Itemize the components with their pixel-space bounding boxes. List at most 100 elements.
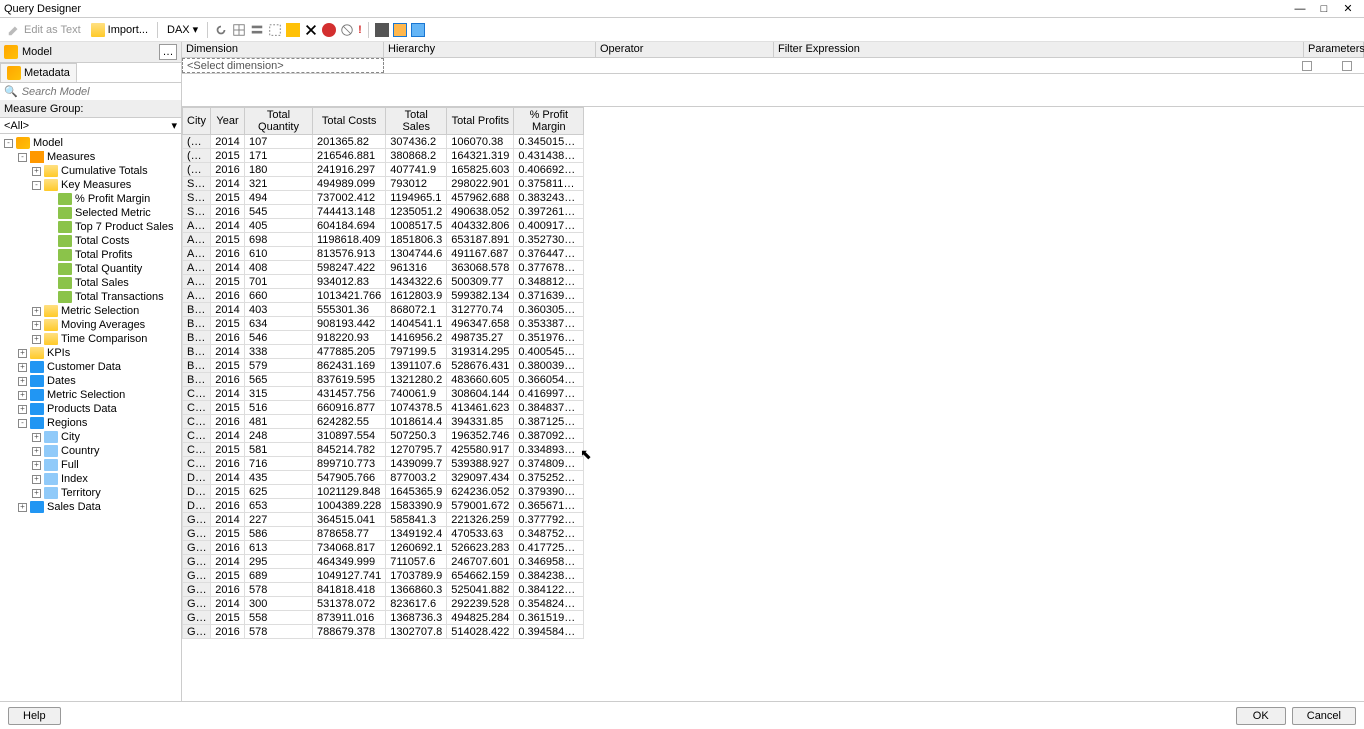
- grid-cell[interactable]: 201365.82: [313, 135, 386, 149]
- tree-node[interactable]: +Full: [0, 458, 181, 472]
- grid-cell[interactable]: 823617.6: [386, 597, 447, 611]
- grid-cell[interactable]: 2015: [211, 233, 245, 247]
- grid-cell[interactable]: 2015: [211, 317, 245, 331]
- table-row[interactable]: Alb...20156981198618.4091851806.3653187.…: [183, 233, 584, 247]
- grid-cell[interactable]: 0.40054502668...: [514, 345, 584, 359]
- grid-cell[interactable]: 2014: [211, 471, 245, 485]
- grid-cell[interactable]: (null): [183, 163, 211, 177]
- grid-header[interactable]: Total Costs: [313, 108, 386, 135]
- tree-node[interactable]: % Profit Margin: [0, 192, 181, 206]
- grid-cell[interactable]: 1018614.4: [386, 415, 447, 429]
- grid-cell[interactable]: 546: [245, 331, 313, 345]
- grid-cell[interactable]: 701: [245, 275, 313, 289]
- grid-cell[interactable]: Bat...: [183, 303, 211, 317]
- expander-icon[interactable]: +: [32, 307, 41, 316]
- expander-icon[interactable]: -: [18, 419, 27, 428]
- table-row[interactable]: Ces...2015516660916.8771074378.5413461.6…: [183, 401, 584, 415]
- grid-cell[interactable]: 312770.74: [447, 303, 514, 317]
- grid-cell[interactable]: 300: [245, 597, 313, 611]
- tree-node[interactable]: +Metric Selection: [0, 388, 181, 402]
- grid-cell[interactable]: 797199.5: [386, 345, 447, 359]
- grid-cell[interactable]: 660: [245, 289, 313, 303]
- table-row[interactable]: Bat...2014403555301.36868072.1312770.740…: [183, 303, 584, 317]
- grid-cell[interactable]: 841818.418: [313, 583, 386, 597]
- grid-cell[interactable]: 405: [245, 219, 313, 233]
- grid-cell[interactable]: 2014: [211, 597, 245, 611]
- grid-cell[interactable]: 315: [245, 387, 313, 401]
- grid-cell[interactable]: 878658.77: [313, 527, 386, 541]
- grid-cell[interactable]: 2016: [211, 415, 245, 429]
- grid-cell[interactable]: 2016: [211, 625, 245, 639]
- table-row[interactable]: Cof...2016716899710.7731439099.7539388.9…: [183, 457, 584, 471]
- grid-cell[interactable]: 0.38483795329...: [514, 401, 584, 415]
- grid-cell[interactable]: 0.38003992717...: [514, 359, 584, 373]
- grid-cell[interactable]: 0.34695867254...: [514, 555, 584, 569]
- grid-cell[interactable]: 578: [245, 625, 313, 639]
- result-grid[interactable]: CityYearTotal QuantityTotal CostsTotal S…: [182, 107, 584, 639]
- grid-cell[interactable]: 164321.319: [447, 149, 514, 163]
- grid-cell[interactable]: 1021129.848: [313, 485, 386, 499]
- grid-cell[interactable]: 653: [245, 499, 313, 513]
- grid-cell[interactable]: 477885.205: [313, 345, 386, 359]
- grid-cell[interactable]: 483660.605: [447, 373, 514, 387]
- grid-cell[interactable]: Go...: [183, 527, 211, 541]
- maximize-button[interactable]: □: [1312, 3, 1336, 15]
- table-row[interactable]: Syd...2014321494989.099793012298022.9010…: [183, 177, 584, 191]
- grid-cell[interactable]: 654662.159: [447, 569, 514, 583]
- table-row[interactable]: Bat...2016546918220.931416956.2498735.27…: [183, 331, 584, 345]
- grid-cell[interactable]: 0.38712573668...: [514, 415, 584, 429]
- grid-cell[interactable]: 491167.687: [447, 247, 514, 261]
- tree-node[interactable]: Top 7 Product Sales: [0, 220, 181, 234]
- table-row[interactable]: (null)2014107201365.82307436.2106070.380…: [183, 135, 584, 149]
- grid-cell[interactable]: 0.35197649016...: [514, 331, 584, 345]
- tree-node[interactable]: +Territory: [0, 486, 181, 500]
- grid-cell[interactable]: 1391107.6: [386, 359, 447, 373]
- table-row[interactable]: Go...2016578841818.4181366860.3525041.88…: [183, 583, 584, 597]
- grid-cell[interactable]: 321: [245, 177, 313, 191]
- grid-cell[interactable]: 653187.891: [447, 233, 514, 247]
- tree-node[interactable]: -Model: [0, 136, 181, 150]
- minimize-button[interactable]: —: [1288, 3, 1312, 15]
- table-row[interactable]: Bat...2015634908193.4421404541.1496347.6…: [183, 317, 584, 331]
- grid-cell[interactable]: Go...: [183, 583, 211, 597]
- grid-cell[interactable]: 873911.016: [313, 611, 386, 625]
- grid-cell[interactable]: 2015: [211, 527, 245, 541]
- grid-cell[interactable]: (null): [183, 135, 211, 149]
- result-grid-wrapper[interactable]: CityYearTotal QuantityTotal CostsTotal S…: [182, 106, 1364, 701]
- grid-header[interactable]: % Profit Margin: [514, 108, 584, 135]
- grid-cell[interactable]: Alb...: [183, 247, 211, 261]
- grid-cell[interactable]: 525041.882: [447, 583, 514, 597]
- grid-header[interactable]: Total Quantity: [245, 108, 313, 135]
- mode-select[interactable]: DAX ▾: [164, 22, 201, 37]
- grid-cell[interactable]: 547905.766: [313, 471, 386, 485]
- grid-cell[interactable]: 0.38709241965...: [514, 429, 584, 443]
- grid-cell[interactable]: 1074378.5: [386, 401, 447, 415]
- tree-node[interactable]: +Time Comparison: [0, 332, 181, 346]
- grid-cell[interactable]: 698: [245, 233, 313, 247]
- table-row[interactable]: Go...2014227364515.041585841.3221326.259…: [183, 513, 584, 527]
- grid-cell[interactable]: 908193.442: [313, 317, 386, 331]
- grid-cell[interactable]: Du...: [183, 471, 211, 485]
- grid-cell[interactable]: 1404541.1: [386, 317, 447, 331]
- grid-cell[interactable]: 2016: [211, 499, 245, 513]
- grid-cell[interactable]: 625: [245, 485, 313, 499]
- table-row[interactable]: Cof...2014248310897.554507250.3196352.74…: [183, 429, 584, 443]
- grid-cell[interactable]: 1004389.228: [313, 499, 386, 513]
- grid-cell[interactable]: 2014: [211, 429, 245, 443]
- grid-cell[interactable]: Bro...: [183, 373, 211, 387]
- grid-cell[interactable]: 0.37939041522...: [514, 485, 584, 499]
- grid-cell[interactable]: 2016: [211, 457, 245, 471]
- grid-cell[interactable]: 0.36030502535...: [514, 303, 584, 317]
- grid-cell[interactable]: Bat...: [183, 331, 211, 345]
- grid-cell[interactable]: 496347.658: [447, 317, 514, 331]
- grid-cell[interactable]: Alb...: [183, 233, 211, 247]
- grid-cell[interactable]: Go...: [183, 569, 211, 583]
- grid-cell[interactable]: 457962.688: [447, 191, 514, 205]
- grid-cell[interactable]: 295: [245, 555, 313, 569]
- grid-cell[interactable]: Bat...: [183, 317, 211, 331]
- grid-cell[interactable]: 788679.378: [313, 625, 386, 639]
- ok-button[interactable]: OK: [1236, 707, 1286, 725]
- grid-cell[interactable]: 1349192.4: [386, 527, 447, 541]
- grid-cell[interactable]: 494825.284: [447, 611, 514, 625]
- grid-cell[interactable]: 578: [245, 583, 313, 597]
